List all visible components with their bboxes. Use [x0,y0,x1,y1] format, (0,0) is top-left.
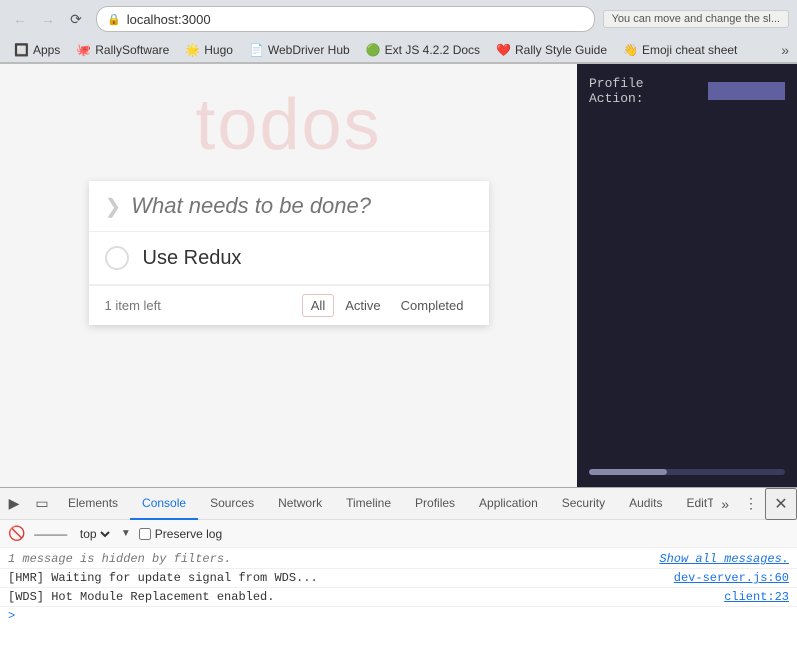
show-all-messages-link[interactable]: Show all messages. [659,552,789,566]
bookmark-label-rally-software: RallySoftware [95,43,169,57]
console-input[interactable] [21,609,789,623]
devtools-settings-button[interactable]: ⋮ [737,488,765,520]
reload-button[interactable]: ⟳ [64,7,88,31]
forward-button[interactable]: → [36,7,60,31]
devtools-actions: ⋮ ✕ [737,488,797,520]
console-output: 1 message is hidden by filters. Show all… [0,548,797,662]
todo-app-area: todos ❯ Use Redux 1 item left All Active… [0,64,577,487]
bookmarks-more-button[interactable]: » [781,42,789,58]
todo-item-text: Use Redux [143,247,242,270]
profile-action-row: Profile Action: [589,76,785,106]
tab-application[interactable]: Application [467,488,550,520]
bookmark-rally-software[interactable]: 🐙 RallySoftware [70,41,175,59]
todo-container: ❯ Use Redux 1 item left All Active Compl… [89,181,489,325]
todos-title: todos [0,64,577,166]
devtools: ▶ ▭ ElementsConsoleSourcesNetworkTimelin… [0,487,797,662]
preserve-log-checkbox[interactable] [139,528,151,540]
bookmark-hugo[interactable]: 🌟 Hugo [179,41,239,59]
bookmark-label-emoji-cheat-sheet: Emoji cheat sheet [642,43,737,57]
filter-completed-button[interactable]: Completed [392,294,473,317]
browser-tooltip: You can move and change the sl... [603,10,789,28]
console-hidden-message: 1 message is hidden by filters. Show all… [0,550,797,569]
todo-input[interactable] [131,193,472,219]
nav-bar: ← → ⟳ 🔒 localhost:3000 You can move and … [0,0,797,38]
bookmark-extjs[interactable]: 🟢 Ext JS 4.2.2 Docs [360,41,486,59]
nav-buttons: ← → ⟳ [8,7,88,31]
browser-chrome: ← → ⟳ 🔒 localhost:3000 You can move and … [0,0,797,64]
toggle-all-icon[interactable]: ❯ [105,194,122,219]
bookmark-webdriver-hub[interactable]: 📄 WebDriver Hub [243,41,356,59]
bookmark-label-rally-style-guide: Rally Style Guide [515,43,607,57]
hmr-message-text: [HMR] Waiting for update signal from WDS… [8,571,674,585]
hmr-file-ref[interactable]: dev-server.js:60 [674,571,789,585]
tab-security[interactable]: Security [550,488,617,520]
bookmark-emoji-cheat-sheet[interactable]: 👋 Emoji cheat sheet [617,41,743,59]
profile-action-input[interactable] [708,82,785,100]
devtools-more-tabs[interactable]: » [713,488,737,520]
devtools-close-button[interactable]: ✕ [765,488,797,520]
console-prompt-area: > [0,607,797,625]
bookmark-icon-rally-style-guide: ❤️ [496,43,511,57]
filter-all-button[interactable]: All [302,294,334,317]
bookmark-label-hugo: Hugo [204,43,233,57]
filter-active-button[interactable]: Active [336,294,389,317]
lock-icon: 🔒 [107,13,121,26]
preserve-log-label: Preserve log [155,527,222,541]
devtools-inspect-button[interactable]: ▶ [0,488,28,520]
tab-audits[interactable]: Audits [617,488,674,520]
main-area: todos ❯ Use Redux 1 item left All Active… [0,64,797,487]
bookmarks-bar: 🔲 Apps 🐙 RallySoftware 🌟 Hugo 📄 WebDriver Hub 🟢 E… [0,38,797,63]
filter-icon[interactable]: ⸻ [33,524,67,544]
bookmark-label-extjs: Ext JS 4.2.2 Docs [385,43,480,57]
back-button[interactable]: ← [8,7,32,31]
todo-footer: 1 item left All Active Completed [89,285,489,325]
prompt-arrow-icon: > [8,609,15,623]
todo-checkbox[interactable] [105,246,129,270]
bookmark-rally-style-guide[interactable]: ❤️ Rally Style Guide [490,41,613,59]
bookmark-icon-rally-software: 🐙 [76,43,91,57]
bookmark-label-webdriver-hub: WebDriver Hub [268,43,350,57]
bookmark-icon-extjs: 🟢 [366,43,381,57]
item-count: 1 item left [105,298,302,313]
filter-buttons: All Active Completed [302,294,473,317]
address-text: localhost:3000 [127,12,584,27]
bookmark-apps[interactable]: 🔲 Apps [8,41,66,59]
todo-input-area: ❯ [89,181,489,232]
wds-file-ref[interactable]: client:23 [724,590,789,604]
tab-network[interactable]: Network [266,488,334,520]
hidden-message-text: 1 message is hidden by filters. [8,552,653,566]
address-bar[interactable]: 🔒 localhost:3000 [96,6,595,32]
bookmark-icon-hugo: 🌟 [185,43,200,57]
profile-panel: Profile Action: [577,64,797,487]
console-line-hmr: [HMR] Waiting for update signal from WDS… [0,569,797,588]
wds-message-text: [WDS] Hot Module Replacement enabled. [8,590,724,604]
profile-content [589,114,785,469]
bookmark-icon-apps: 🔲 [14,43,29,57]
console-line-wds: [WDS] Hot Module Replacement enabled. cl… [0,588,797,607]
context-select[interactable]: top [76,526,113,542]
profile-scrollbar-thumb [589,469,667,475]
bookmark-icon-emoji-cheat-sheet: 👋 [623,43,638,57]
bookmark-icon-webdriver-hub: 📄 [249,43,264,57]
todo-item: Use Redux [89,232,489,285]
devtools-device-button[interactable]: ▭ [28,488,56,520]
tab-sources[interactable]: Sources [198,488,266,520]
devtools-toolbar: ▶ ▭ ElementsConsoleSourcesNetworkTimelin… [0,488,797,520]
devtools-tabs: ElementsConsoleSourcesNetworkTimelinePro… [56,488,713,520]
tab-timeline[interactable]: Timeline [334,488,403,520]
bookmark-label-apps: Apps [33,43,60,57]
console-toolbar: 🚫 ⸻ top ▼ Preserve log [0,520,797,548]
tab-console[interactable]: Console [130,488,198,520]
tab-elements[interactable]: Elements [56,488,130,520]
tab-profiles[interactable]: Profiles [403,488,467,520]
context-chevron-icon: ▼ [121,528,131,539]
console-clear-button[interactable]: 🚫 [8,525,25,542]
preserve-log-area: Preserve log [139,527,222,541]
profile-action-label: Profile Action: [589,76,702,106]
tab-editthiscookie[interactable]: EditThisCookie [674,488,713,520]
profile-scrollbar[interactable] [589,469,785,475]
